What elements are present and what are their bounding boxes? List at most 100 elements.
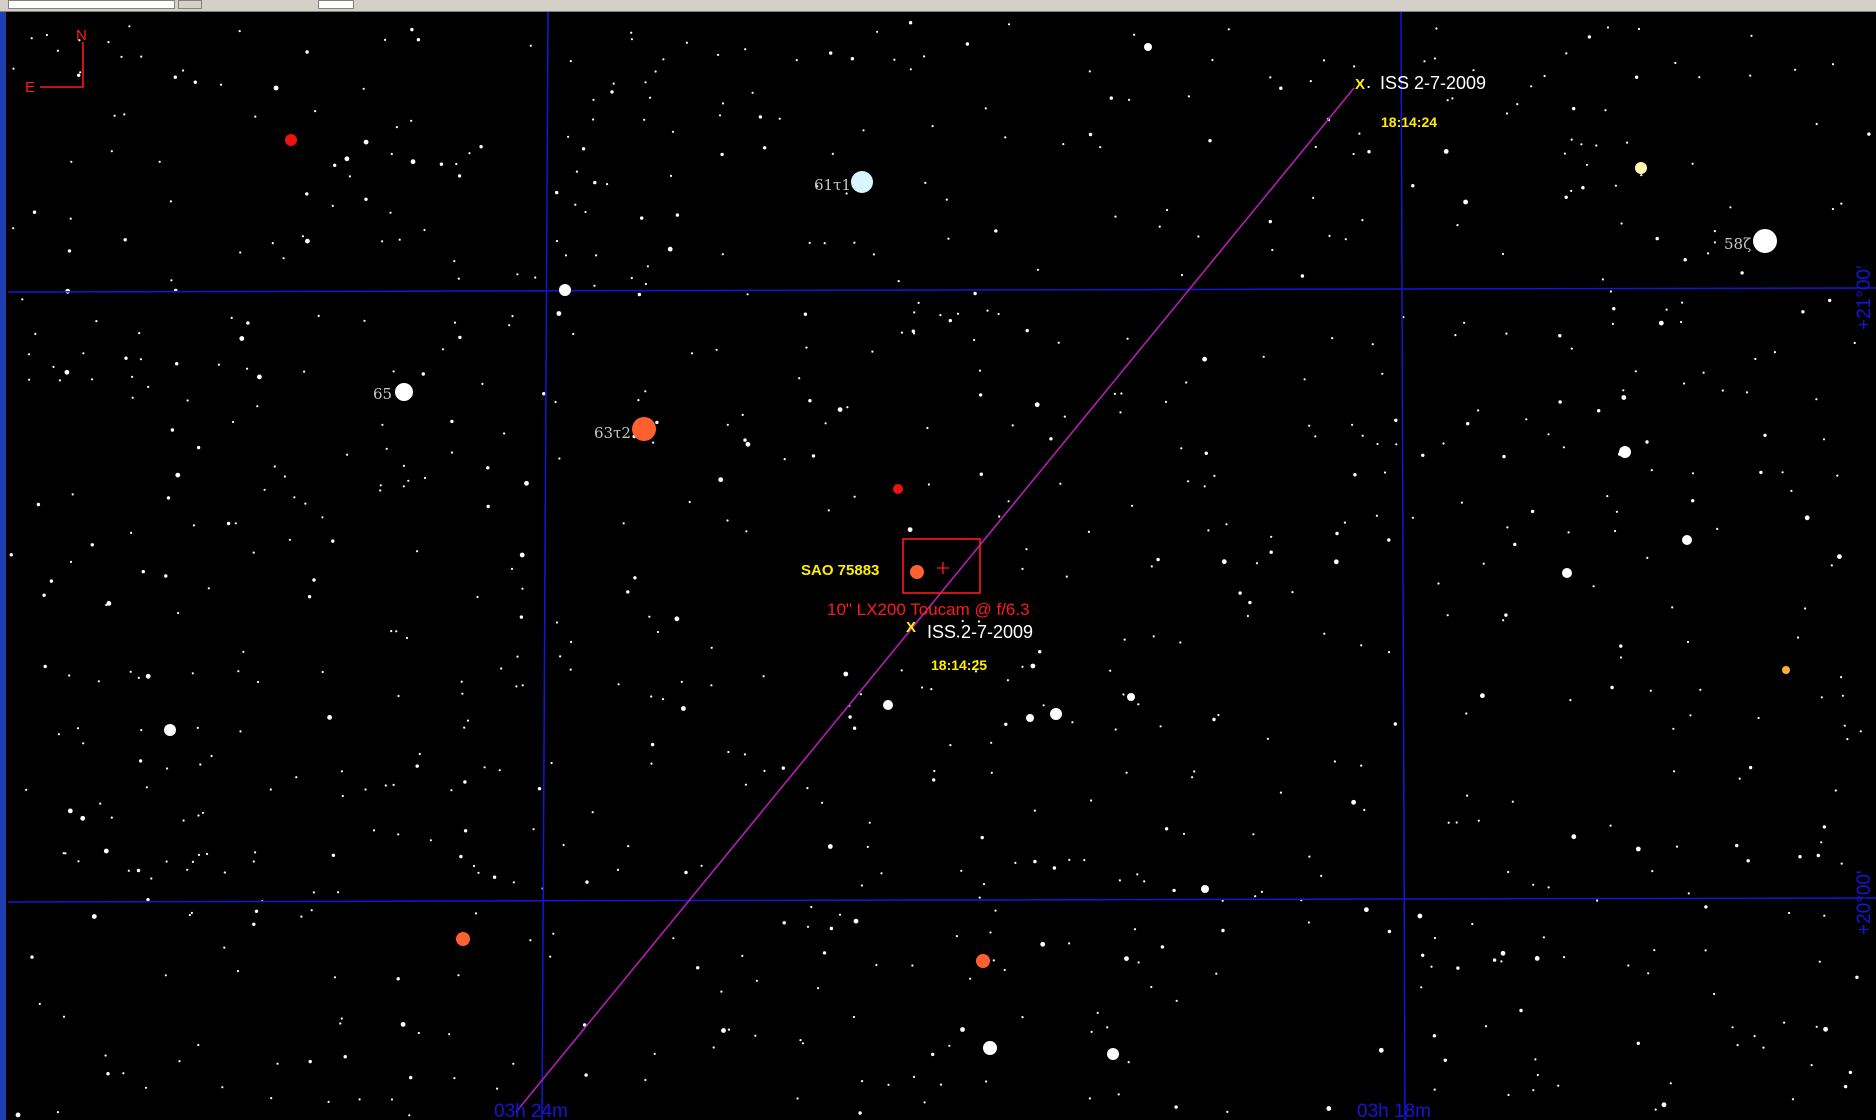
background-star <box>468 152 471 155</box>
background-star <box>1689 714 1692 717</box>
star[interactable] <box>910 565 924 579</box>
star[interactable] <box>1635 162 1647 174</box>
background-star <box>1225 523 1228 526</box>
star[interactable] <box>976 954 990 968</box>
star[interactable] <box>1201 885 1209 893</box>
background-star <box>1180 273 1184 277</box>
background-star <box>190 911 193 915</box>
sky-chart[interactable]: N E 61τ1 58ζ 65 63τ2 SAO 75883 10" LX200… <box>0 0 1876 1120</box>
background-star <box>158 160 161 163</box>
background-star <box>1248 600 1252 605</box>
background-star <box>1502 454 1506 459</box>
background-star <box>1291 591 1294 594</box>
background-star <box>1309 80 1312 83</box>
background-star <box>476 595 479 599</box>
background-star <box>1420 986 1423 989</box>
background-star <box>1191 776 1194 779</box>
background-star <box>139 358 142 361</box>
background-star <box>1482 562 1485 565</box>
star[interactable] <box>285 134 297 146</box>
star[interactable] <box>851 171 873 193</box>
background-star <box>1822 825 1827 829</box>
background-star <box>1542 936 1545 939</box>
background-star <box>1279 86 1283 90</box>
background-star <box>1673 770 1676 773</box>
background-star <box>1691 162 1694 165</box>
background-star <box>1269 550 1273 554</box>
background-star <box>178 1060 181 1063</box>
iss-marker-2[interactable]: X ISS 2-7-2009 18:14:25 <box>906 619 1033 673</box>
background-star <box>680 680 683 684</box>
star[interactable] <box>632 417 656 441</box>
star[interactable] <box>164 724 176 736</box>
background-star <box>969 977 972 980</box>
background-star <box>358 1098 361 1101</box>
background-star <box>1661 1102 1667 1108</box>
iss-name-label: ISS 2-7-2009 <box>1380 73 1486 93</box>
background-star <box>1088 70 1091 73</box>
background-star <box>283 475 286 478</box>
star[interactable] <box>1127 693 1135 701</box>
background-star <box>1525 418 1528 421</box>
star[interactable] <box>559 284 571 296</box>
background-star <box>1506 526 1509 529</box>
star[interactable] <box>983 1041 997 1055</box>
star[interactable] <box>1050 708 1062 720</box>
background-star <box>1204 451 1209 455</box>
background-star <box>1207 529 1210 532</box>
background-star <box>630 38 634 41</box>
background-star <box>1156 557 1160 562</box>
star[interactable] <box>1619 446 1631 458</box>
star[interactable] <box>456 932 470 946</box>
background-star <box>681 706 686 711</box>
background-star <box>947 237 950 240</box>
background-star <box>408 1114 411 1117</box>
star[interactable] <box>1107 1048 1119 1060</box>
background-star <box>110 150 113 153</box>
background-star <box>1501 252 1505 256</box>
background-star <box>1417 913 1423 919</box>
star[interactable] <box>1682 535 1692 545</box>
star[interactable] <box>395 383 413 401</box>
background-star <box>395 126 398 129</box>
star[interactable] <box>1753 229 1777 253</box>
background-star <box>998 515 1001 518</box>
background-star <box>1570 347 1573 350</box>
background-star <box>56 1111 60 1114</box>
background-star <box>700 864 703 867</box>
star[interactable] <box>1562 568 1572 578</box>
star[interactable] <box>1026 714 1034 722</box>
background-star <box>1133 33 1136 36</box>
star[interactable] <box>1782 666 1790 674</box>
star[interactable] <box>883 700 893 710</box>
star[interactable] <box>893 484 903 494</box>
background-star <box>76 727 80 730</box>
background-star <box>1572 106 1576 111</box>
background-star <box>384 38 387 42</box>
background-star <box>1649 689 1652 692</box>
background-star <box>853 241 856 244</box>
background-star <box>1505 332 1508 335</box>
background-star <box>254 115 257 118</box>
background-star <box>239 336 245 341</box>
background-star <box>1049 437 1053 441</box>
background-star <box>871 350 874 353</box>
background-star <box>654 70 657 73</box>
background-star <box>1411 516 1414 519</box>
background-star <box>492 875 497 879</box>
background-star <box>1164 400 1168 403</box>
background-star <box>721 102 725 105</box>
background-star <box>1731 1026 1734 1029</box>
star[interactable] <box>1144 43 1152 51</box>
background-star <box>242 650 245 653</box>
background-star <box>1227 28 1230 31</box>
background-star <box>955 935 959 938</box>
background-star <box>256 680 260 684</box>
background-star <box>1088 1097 1091 1100</box>
background-star <box>1394 418 1398 422</box>
background-star <box>994 229 998 233</box>
background-star <box>232 420 235 424</box>
iss-marker-1[interactable]: X ISS 2-7-2009 18:14:24 <box>1355 73 1486 130</box>
background-star <box>1423 60 1426 63</box>
fov-label: 10" LX200 Toucam @ f/6.3 <box>827 600 1030 619</box>
